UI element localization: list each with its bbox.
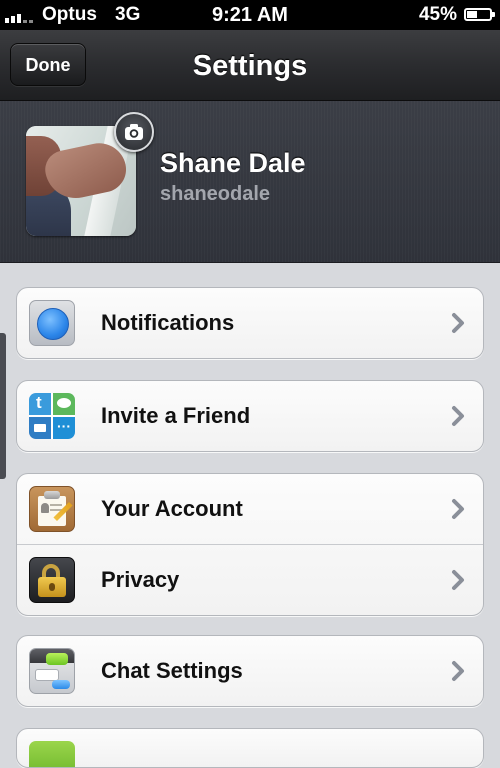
settings-row-invite-friend[interactable]: Invite a Friend bbox=[17, 381, 483, 451]
scroll-indicator bbox=[0, 333, 6, 479]
settings-row-label: Notifications bbox=[101, 310, 235, 335]
settings-group-chat: Chat Settings bbox=[16, 635, 484, 707]
chat-settings-icon bbox=[29, 648, 75, 694]
settings-row-label: Chat Settings bbox=[101, 658, 243, 683]
settings-row-chat-settings[interactable]: Chat Settings bbox=[17, 636, 483, 706]
chevron-right-icon bbox=[452, 499, 464, 519]
chevron-right-icon bbox=[452, 570, 464, 590]
account-clipboard-icon bbox=[29, 486, 75, 532]
settings-row-label: Privacy bbox=[101, 567, 180, 592]
settings-row-privacy[interactable]: Privacy bbox=[17, 544, 483, 615]
notifications-icon bbox=[29, 300, 75, 346]
battery-icon bbox=[464, 8, 495, 21]
chevron-right-icon bbox=[452, 313, 464, 333]
settings-row-notifications[interactable]: Notifications bbox=[17, 288, 483, 358]
navigation-bar: Done Settings bbox=[0, 30, 500, 101]
settings-group-account: Your Account Privacy bbox=[16, 473, 484, 616]
chevron-right-icon bbox=[452, 661, 464, 681]
padlock-icon bbox=[29, 557, 75, 603]
app-icon bbox=[29, 741, 75, 767]
page-title: Settings bbox=[192, 50, 308, 82]
status-bar: Optus 3G 9:21 AM 45% bbox=[0, 0, 500, 30]
profile-username: shaneodale bbox=[160, 183, 271, 205]
profile-header bbox=[0, 101, 500, 263]
change-photo-camera-icon[interactable] bbox=[114, 112, 154, 152]
battery-percentage: 45% bbox=[418, 4, 457, 25]
settings-group-invite: Invite a Friend bbox=[16, 380, 484, 452]
chevron-right-icon bbox=[452, 406, 464, 426]
settings-group-next bbox=[16, 728, 484, 768]
profile-name: Shane Dale bbox=[160, 148, 306, 178]
invite-friend-icon bbox=[29, 393, 75, 439]
settings-row-label: Your Account bbox=[101, 496, 243, 521]
settings-row-partial[interactable] bbox=[17, 729, 483, 767]
settings-row-label: Invite a Friend bbox=[101, 403, 251, 428]
settings-group-notifications: Notifications bbox=[16, 287, 484, 359]
settings-row-your-account[interactable]: Your Account bbox=[17, 474, 483, 544]
